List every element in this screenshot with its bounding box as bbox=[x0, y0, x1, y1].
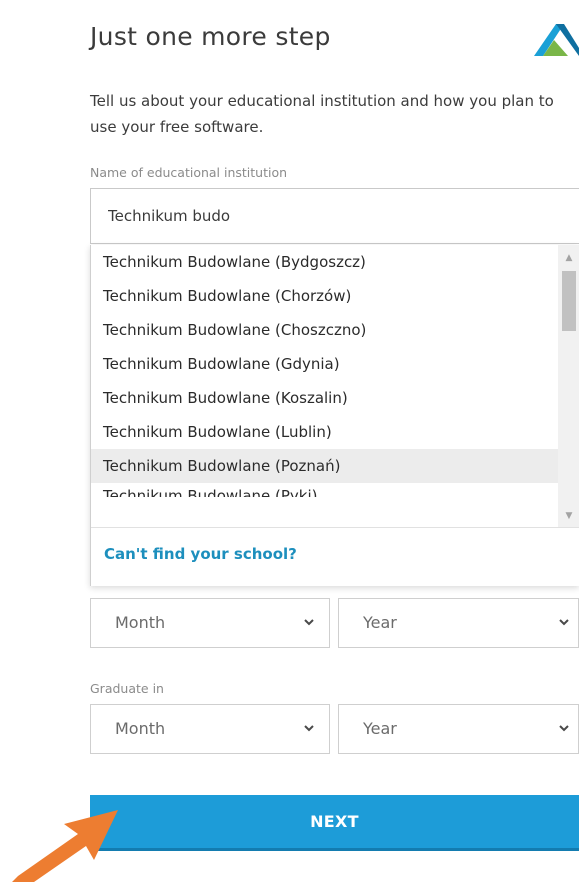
suggestion-item[interactable]: Technikum Budowlane (Koszalin) bbox=[91, 381, 558, 415]
page-title: Just one more step bbox=[90, 22, 331, 51]
suggestion-item[interactable]: Technikum Budowlane (Chorzów) bbox=[91, 279, 558, 313]
autodesk-logo-icon bbox=[534, 24, 579, 56]
chevron-down-icon bbox=[559, 725, 569, 732]
chevron-down-icon bbox=[304, 619, 314, 626]
scroll-down-icon[interactable]: ▼ bbox=[558, 507, 579, 525]
enrolled-month-select[interactable]: Month bbox=[90, 598, 330, 648]
suggestion-list: Technikum Budowlane (Bydgoszcz) Techniku… bbox=[91, 245, 558, 527]
enrolled-year-value: Year bbox=[363, 613, 397, 632]
suggestion-item[interactable]: Technikum Budowlane (Gdynia) bbox=[91, 347, 558, 381]
suggestion-scrollbar[interactable]: ▲ ▼ bbox=[558, 245, 579, 527]
suggestion-item[interactable]: Technikum Budowlane (Lublin) bbox=[91, 415, 558, 449]
graduate-label: Graduate in bbox=[90, 681, 164, 696]
dropdown-footer: Can't find your school? bbox=[91, 527, 579, 586]
scroll-thumb[interactable] bbox=[562, 271, 576, 331]
suggestion-item[interactable]: Technikum Budowlane (Bydgoszcz) bbox=[91, 245, 558, 279]
institution-input[interactable] bbox=[90, 188, 579, 244]
enrolled-month-value: Month bbox=[115, 613, 166, 632]
graduate-year-value: Year bbox=[363, 719, 397, 738]
scroll-up-icon[interactable]: ▲ bbox=[558, 249, 579, 267]
graduate-month-select[interactable]: Month bbox=[90, 704, 330, 754]
cant-find-school-link[interactable]: Can't find your school? bbox=[104, 545, 297, 563]
chevron-down-icon bbox=[559, 619, 569, 626]
next-button[interactable]: NEXT bbox=[90, 795, 579, 851]
enrolled-year-select[interactable]: Year bbox=[338, 598, 579, 648]
graduate-month-value: Month bbox=[115, 719, 166, 738]
suggestion-item[interactable]: Technikum Budowlane (Choszczno) bbox=[91, 313, 558, 347]
institution-label: Name of educational institution bbox=[90, 165, 288, 180]
chevron-down-icon bbox=[304, 725, 314, 732]
signup-step-page: Just one more step Tell us about your ed… bbox=[0, 0, 579, 882]
institution-suggestions-dropdown: Technikum Budowlane (Bydgoszcz) Techniku… bbox=[90, 245, 579, 586]
suggestion-item[interactable]: Technikum Budowlane (Pyki) bbox=[91, 483, 558, 497]
graduate-year-select[interactable]: Year bbox=[338, 704, 579, 754]
annotation-arrow-icon bbox=[12, 810, 118, 882]
suggestion-item-highlighted[interactable]: Technikum Budowlane (Poznań) bbox=[91, 449, 558, 483]
intro-text: Tell us about your educational instituti… bbox=[90, 92, 554, 136]
